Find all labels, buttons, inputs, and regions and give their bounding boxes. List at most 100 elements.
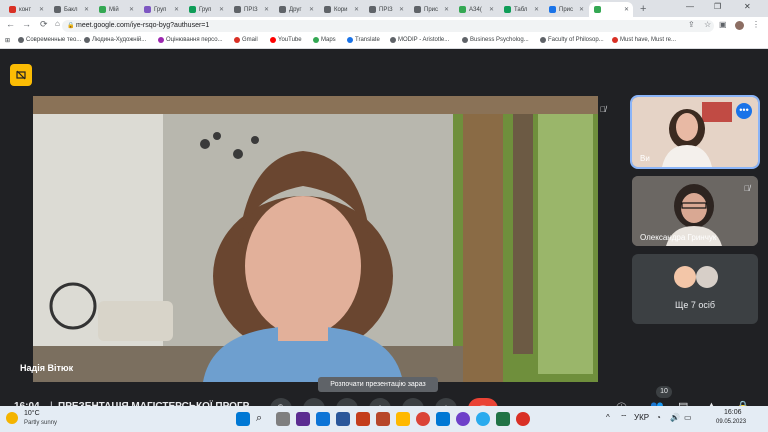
volume-icon[interactable]: 🔊: [670, 413, 680, 422]
telegram-icon[interactable]: [476, 412, 490, 426]
powerpoint-icon[interactable]: [356, 412, 370, 426]
clock-time[interactable]: 16:06: [724, 409, 742, 416]
app-icon[interactable]: [376, 412, 390, 426]
bookmark-item[interactable]: Оцінювання персо...: [158, 37, 223, 43]
tab-favicon-icon: [414, 6, 421, 13]
clock-date[interactable]: 09.05.2023: [716, 419, 746, 425]
bookmark-label: Людина-Художній...: [92, 37, 147, 43]
participant-tile-2[interactable]: Олександра Гринчук 🎙̸: [632, 176, 758, 246]
menu-dots-icon[interactable]: ⋮: [752, 20, 760, 29]
wifi-icon[interactable]: ◔: [656, 413, 661, 422]
word-icon[interactable]: [336, 412, 350, 426]
bookmark-item[interactable]: Современные тео...: [18, 37, 81, 43]
browser-tab[interactable]: Кори ✕: [319, 2, 363, 17]
browser-tab[interactable]: Груп ✕: [184, 2, 228, 17]
participant-tile-more[interactable]: Ще 7 осіб: [632, 254, 758, 324]
browser-tab[interactable]: конт ✕: [4, 2, 48, 17]
bookmark-item[interactable]: Translate: [347, 37, 380, 43]
chrome-icon[interactable]: [416, 412, 430, 426]
start-icon[interactable]: [236, 412, 250, 426]
profile-avatar[interactable]: [735, 21, 744, 30]
close-tab-icon[interactable]: ✕: [264, 6, 269, 13]
close-tab-icon[interactable]: ✕: [444, 6, 449, 13]
maximize-icon[interactable]: ❐: [714, 2, 721, 11]
bookmark-star-icon[interactable]: ☆: [704, 20, 711, 29]
battery-icon[interactable]: ▭: [684, 413, 692, 422]
new-tab-button[interactable]: +: [640, 3, 646, 15]
close-tab-icon[interactable]: ✕: [489, 6, 494, 13]
bookmark-label: Оцінювання персо...: [166, 37, 223, 43]
search-icon[interactable]: ⌕: [256, 412, 270, 426]
bookmark-label: YouTube: [278, 37, 302, 43]
bookmark-item[interactable]: Gmail: [234, 37, 258, 43]
network-icon[interactable]: ⌔: [620, 413, 628, 423]
main-speaker-name: Надія Вітюк: [20, 363, 74, 373]
weather-temp: 10°C: [24, 410, 40, 417]
bookmark-item[interactable]: MODIP - Aristotle...: [390, 37, 449, 43]
viber-icon[interactable]: [456, 412, 470, 426]
close-tab-icon[interactable]: ✕: [579, 6, 584, 13]
tab-label: Груп: [199, 6, 212, 13]
browser-tab[interactable]: ПРІЗ ✕: [229, 2, 273, 17]
back-icon[interactable]: ←: [6, 19, 15, 29]
excel-icon[interactable]: [496, 412, 510, 426]
mail-icon[interactable]: [436, 412, 450, 426]
bookmark-item[interactable]: Faculty of Philosop...: [540, 37, 604, 43]
home-icon[interactable]: ⌂: [55, 19, 60, 28]
bookmark-item[interactable]: Must have, Must re...: [612, 37, 676, 43]
close-tab-icon[interactable]: ✕: [534, 6, 539, 13]
tab-label: конт: [19, 6, 32, 13]
close-tab-icon[interactable]: ✕: [399, 6, 404, 13]
tab-label: АЗ4(: [469, 6, 482, 13]
more-options-button[interactable]: •••: [736, 103, 752, 119]
browser-tab[interactable]: ✕: [589, 2, 633, 17]
browser-tab[interactable]: Груп ✕: [139, 2, 183, 17]
bookmark-label: Business Psycholog...: [470, 37, 529, 43]
forward-icon[interactable]: →: [22, 19, 31, 29]
browser-tab[interactable]: Табл ✕: [499, 2, 543, 17]
bookmark-label: Maps: [321, 37, 336, 43]
url-field[interactable]: 🔒 meet.google.com/iye-rsqo-byg?authuser=…: [62, 20, 714, 32]
extensions-icon[interactable]: ▣: [719, 20, 727, 29]
close-tab-icon[interactable]: ✕: [624, 6, 629, 13]
edge-icon[interactable]: [316, 412, 330, 426]
bookmark-item[interactable]: YouTube: [270, 37, 302, 43]
close-window-icon[interactable]: ✕: [744, 2, 751, 11]
tab-label: Кори: [334, 6, 348, 13]
browser-tab[interactable]: Бакл ✕: [49, 2, 93, 17]
bookmark-item[interactable]: Maps: [313, 37, 336, 43]
browser-tab[interactable]: АЗ4( ✕: [454, 2, 498, 17]
browser-tab[interactable]: ПРІЗ ✕: [364, 2, 408, 17]
close-tab-icon[interactable]: ✕: [219, 6, 224, 13]
bookmark-item[interactable]: Людина-Художній...: [84, 37, 146, 43]
participant-name: Олександра Гринчук: [640, 233, 717, 242]
bookmark-item[interactable]: Business Psycholog...: [462, 37, 529, 43]
close-tab-icon[interactable]: ✕: [309, 6, 314, 13]
browser-tab[interactable]: Мій ✕: [94, 2, 138, 17]
bookmark-favicon-icon: [313, 37, 319, 43]
reload-icon[interactable]: ⟳: [40, 19, 48, 30]
close-tab-icon[interactable]: ✕: [84, 6, 89, 13]
minimize-icon[interactable]: —: [686, 2, 694, 11]
apps-icon[interactable]: ⊞: [5, 37, 10, 44]
close-tab-icon[interactable]: ✕: [354, 6, 359, 13]
close-tab-icon[interactable]: ✕: [174, 6, 179, 13]
language-label[interactable]: УКР: [634, 413, 649, 422]
app-icon[interactable]: [516, 412, 530, 426]
close-tab-icon[interactable]: ✕: [129, 6, 134, 13]
task-view-icon[interactable]: [276, 412, 290, 426]
chat-app-icon[interactable]: [296, 412, 310, 426]
close-tab-icon[interactable]: ✕: [39, 6, 44, 13]
bookmark-favicon-icon: [158, 37, 164, 43]
file-explorer-icon[interactable]: [396, 412, 410, 426]
share-icon[interactable]: ⇪: [688, 20, 695, 29]
browser-tab[interactable]: Прис ✕: [409, 2, 453, 17]
weather-desc: Partly sunny: [24, 420, 58, 426]
weather-icon[interactable]: [6, 412, 18, 424]
browser-tab[interactable]: Друг ✕: [274, 2, 318, 17]
bookmark-label: MODIP - Aristotle...: [398, 37, 450, 43]
browser-tab[interactable]: Прис ✕: [544, 2, 588, 17]
participant-tile-self[interactable]: Ви •••: [630, 95, 760, 169]
meeting-info-button[interactable]: [10, 64, 32, 86]
tray-chevron-icon[interactable]: ^: [606, 413, 610, 422]
